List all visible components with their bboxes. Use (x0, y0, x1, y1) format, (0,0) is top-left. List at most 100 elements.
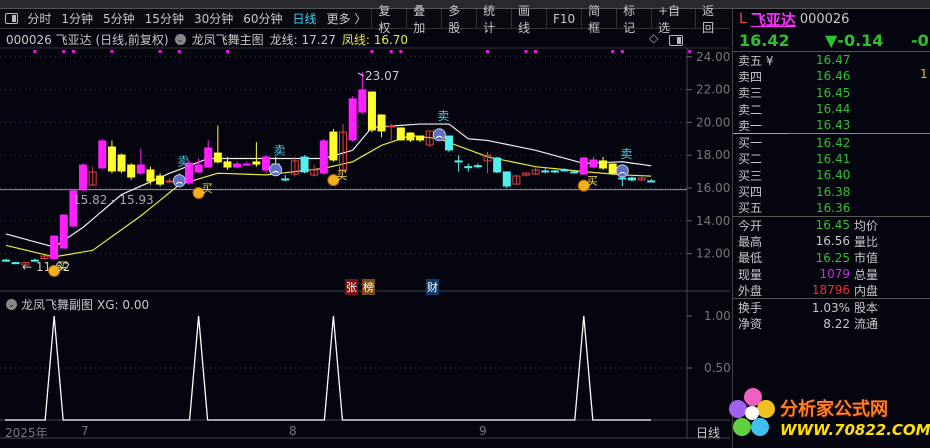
candle-body (444, 135, 453, 151)
ask-label: 卖三 (738, 86, 763, 101)
stat-label: 量比 (854, 234, 879, 249)
stat-value: 1.03% (811, 300, 850, 315)
stat-label: 流通 (854, 317, 879, 332)
candle-body (242, 163, 251, 166)
signal-dot (158, 50, 162, 53)
signal-dot (620, 50, 624, 53)
ask-price: 16.46 (816, 69, 851, 84)
candle-body (550, 170, 559, 173)
signal-dot (177, 50, 181, 53)
kline-chart[interactable]: 24.00 22.00 20.00 18.00 16.00 14.00 12.00 15.82… (0, 0, 730, 448)
candle-body (11, 262, 20, 265)
quote-panel: L 飞亚达 000026 16.42 ▼-0.14 -0 卖五 ¥16.47 卖四… (732, 9, 930, 448)
buy-label: 买 (202, 182, 213, 195)
bid-label: 买二 (738, 152, 763, 167)
y-tick-label: 14.00 (696, 214, 730, 228)
candle-body (473, 165, 482, 168)
bid-price: 16.41 (816, 151, 851, 166)
candle-body (348, 98, 357, 141)
y-tick-label: 16.00 (696, 181, 730, 195)
candle-body (358, 89, 367, 113)
bid-price: 16.42 (816, 135, 851, 150)
sub-y-tick-label: 0.50 (704, 361, 730, 375)
stat-value: 1079 (819, 267, 850, 281)
stat-value: 16.25 (815, 250, 850, 265)
ask-label: 卖一 (738, 118, 763, 133)
ask-label: 卖五 ¥ (738, 53, 774, 68)
buy-label: 买 (587, 175, 598, 188)
bid-row: 买四 16.38 (733, 183, 930, 200)
ask-row: 卖二 16.44 (733, 101, 930, 117)
sad-face-icon (172, 174, 186, 188)
stat-label: 市值 (854, 251, 879, 266)
event-tag-list[interactable]: 榜 (362, 279, 375, 295)
signal-dot (370, 50, 374, 53)
stat-row: 最高 16.56 量比 (733, 233, 930, 249)
candle-body (204, 147, 213, 168)
sad-face-icon (615, 164, 629, 178)
price-change: ▼-0.14 (825, 30, 884, 50)
candle-body (319, 140, 328, 174)
chevron-down-icon[interactable]: ⌄ (6, 299, 17, 310)
signal-dot (110, 50, 114, 53)
watermark-title: 分析家公式网 (780, 399, 888, 420)
signal-dot (389, 50, 393, 53)
candle-body (541, 170, 550, 173)
candle-body (367, 91, 376, 131)
stat-row: 最低 16.25 市值 (733, 250, 930, 266)
ask-label: 卖二 (738, 102, 763, 117)
candle-body (599, 160, 608, 169)
signal-dot (399, 50, 403, 53)
candle-body (2, 259, 10, 262)
candle-body (59, 214, 68, 249)
signal-dot (71, 50, 75, 53)
stat-value: 16.45 (815, 218, 850, 233)
stat-label: 总量 (854, 267, 879, 282)
ask-price: 16.43 (816, 118, 851, 133)
bid-row: 买一 16.42 (733, 134, 930, 151)
candle-body (213, 152, 222, 163)
stat-row: 今开 16.45 均价 (733, 217, 930, 233)
candle-body (127, 164, 136, 178)
candle-body (416, 135, 425, 141)
candle-body (98, 140, 107, 169)
ask-row: 卖四 16.46 (733, 68, 930, 84)
stat-value: 16.56 (815, 234, 850, 249)
bid-row: 买五 16.36 (733, 200, 930, 216)
candle-body (107, 146, 116, 172)
sell-label: 卖 (274, 143, 286, 157)
xg-signal-line (5, 315, 651, 421)
candle-body (454, 160, 463, 163)
y-tick-label: 20.00 (696, 115, 730, 129)
y-tick-label: 12.00 (696, 247, 730, 261)
last-price: 16.42 (739, 30, 790, 50)
sub-indicator-name[interactable]: 龙凤飞舞副图 (21, 296, 93, 313)
buy-label: 买 (57, 260, 68, 273)
bid-label: 买三 (738, 168, 763, 183)
candle-body (252, 161, 261, 165)
change-percent: -0 (911, 30, 929, 50)
period-label[interactable]: 日线 (696, 424, 720, 441)
bid-price: 16.36 (816, 200, 851, 215)
ask-label: 卖四 (738, 69, 763, 84)
signal-dot (62, 50, 66, 53)
candle-body (146, 169, 155, 182)
candle-body (589, 159, 598, 168)
bid-row: 买三 16.40 (733, 167, 930, 183)
candle-body (117, 154, 126, 172)
ask5-volume: 1 (920, 67, 928, 81)
ask-row: 卖三 16.45 (733, 85, 930, 101)
event-tag-limit-up[interactable]: 张 (345, 279, 358, 295)
sell-label: 卖 (620, 147, 632, 161)
signal-dot (611, 50, 615, 53)
candle-body (387, 125, 396, 128)
candle-body (406, 132, 415, 141)
sub-chart-title: ⌄ 龙凤飞舞副图 XG: 0.00 (6, 296, 149, 313)
event-tag-finance[interactable]: 财 (426, 279, 439, 295)
bid-label: 买一 (738, 136, 763, 151)
candle-body (493, 157, 502, 173)
stock-name[interactable]: 飞亚达 (751, 9, 796, 30)
stat-value: 8.22 (823, 316, 850, 331)
sell-label: 卖 (437, 109, 449, 123)
candle-body (396, 127, 405, 141)
